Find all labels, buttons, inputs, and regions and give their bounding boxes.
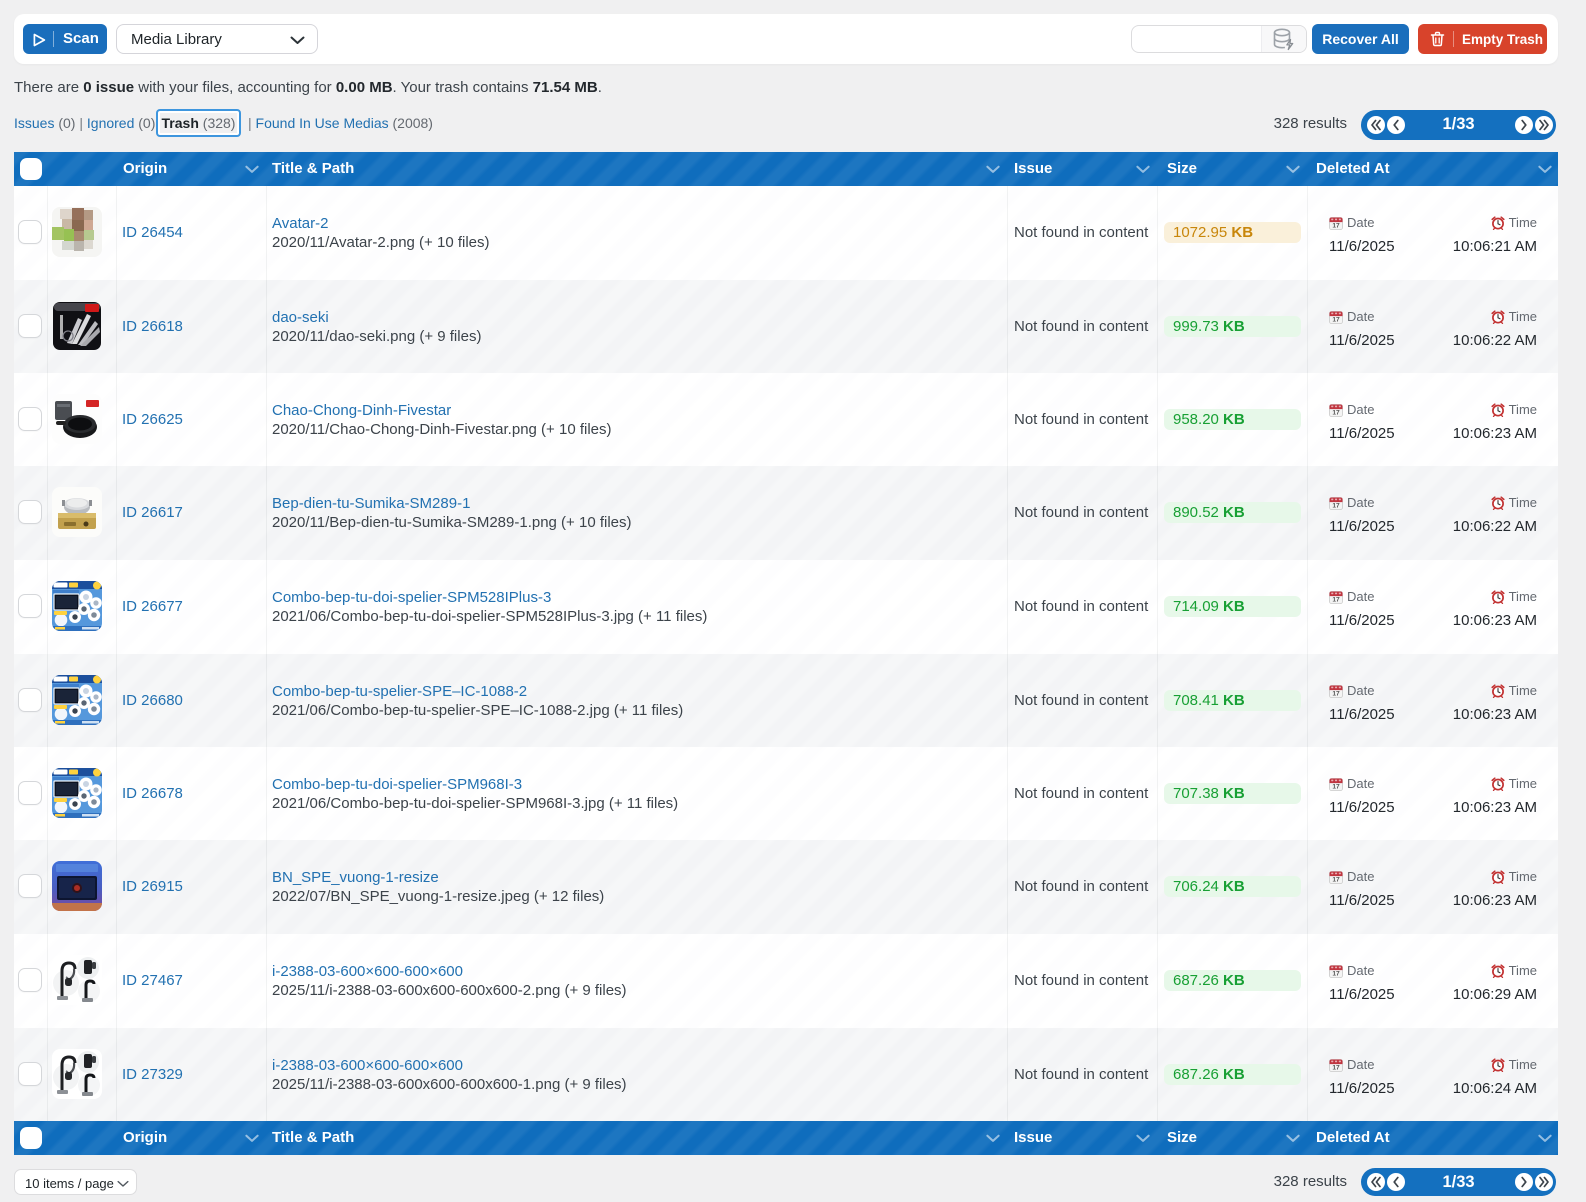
svg-text:17: 17	[1332, 222, 1340, 229]
svg-text:17: 17	[1332, 409, 1340, 416]
svg-text:17: 17	[1332, 690, 1340, 697]
svg-text:17: 17	[1332, 596, 1340, 603]
svg-text:17: 17	[1332, 783, 1340, 790]
svg-text:17: 17	[1332, 970, 1340, 977]
svg-text:17: 17	[1332, 876, 1340, 883]
svg-text:17: 17	[1332, 1064, 1340, 1071]
svg-text:17: 17	[1332, 316, 1340, 323]
svg-text:17: 17	[1332, 502, 1340, 509]
